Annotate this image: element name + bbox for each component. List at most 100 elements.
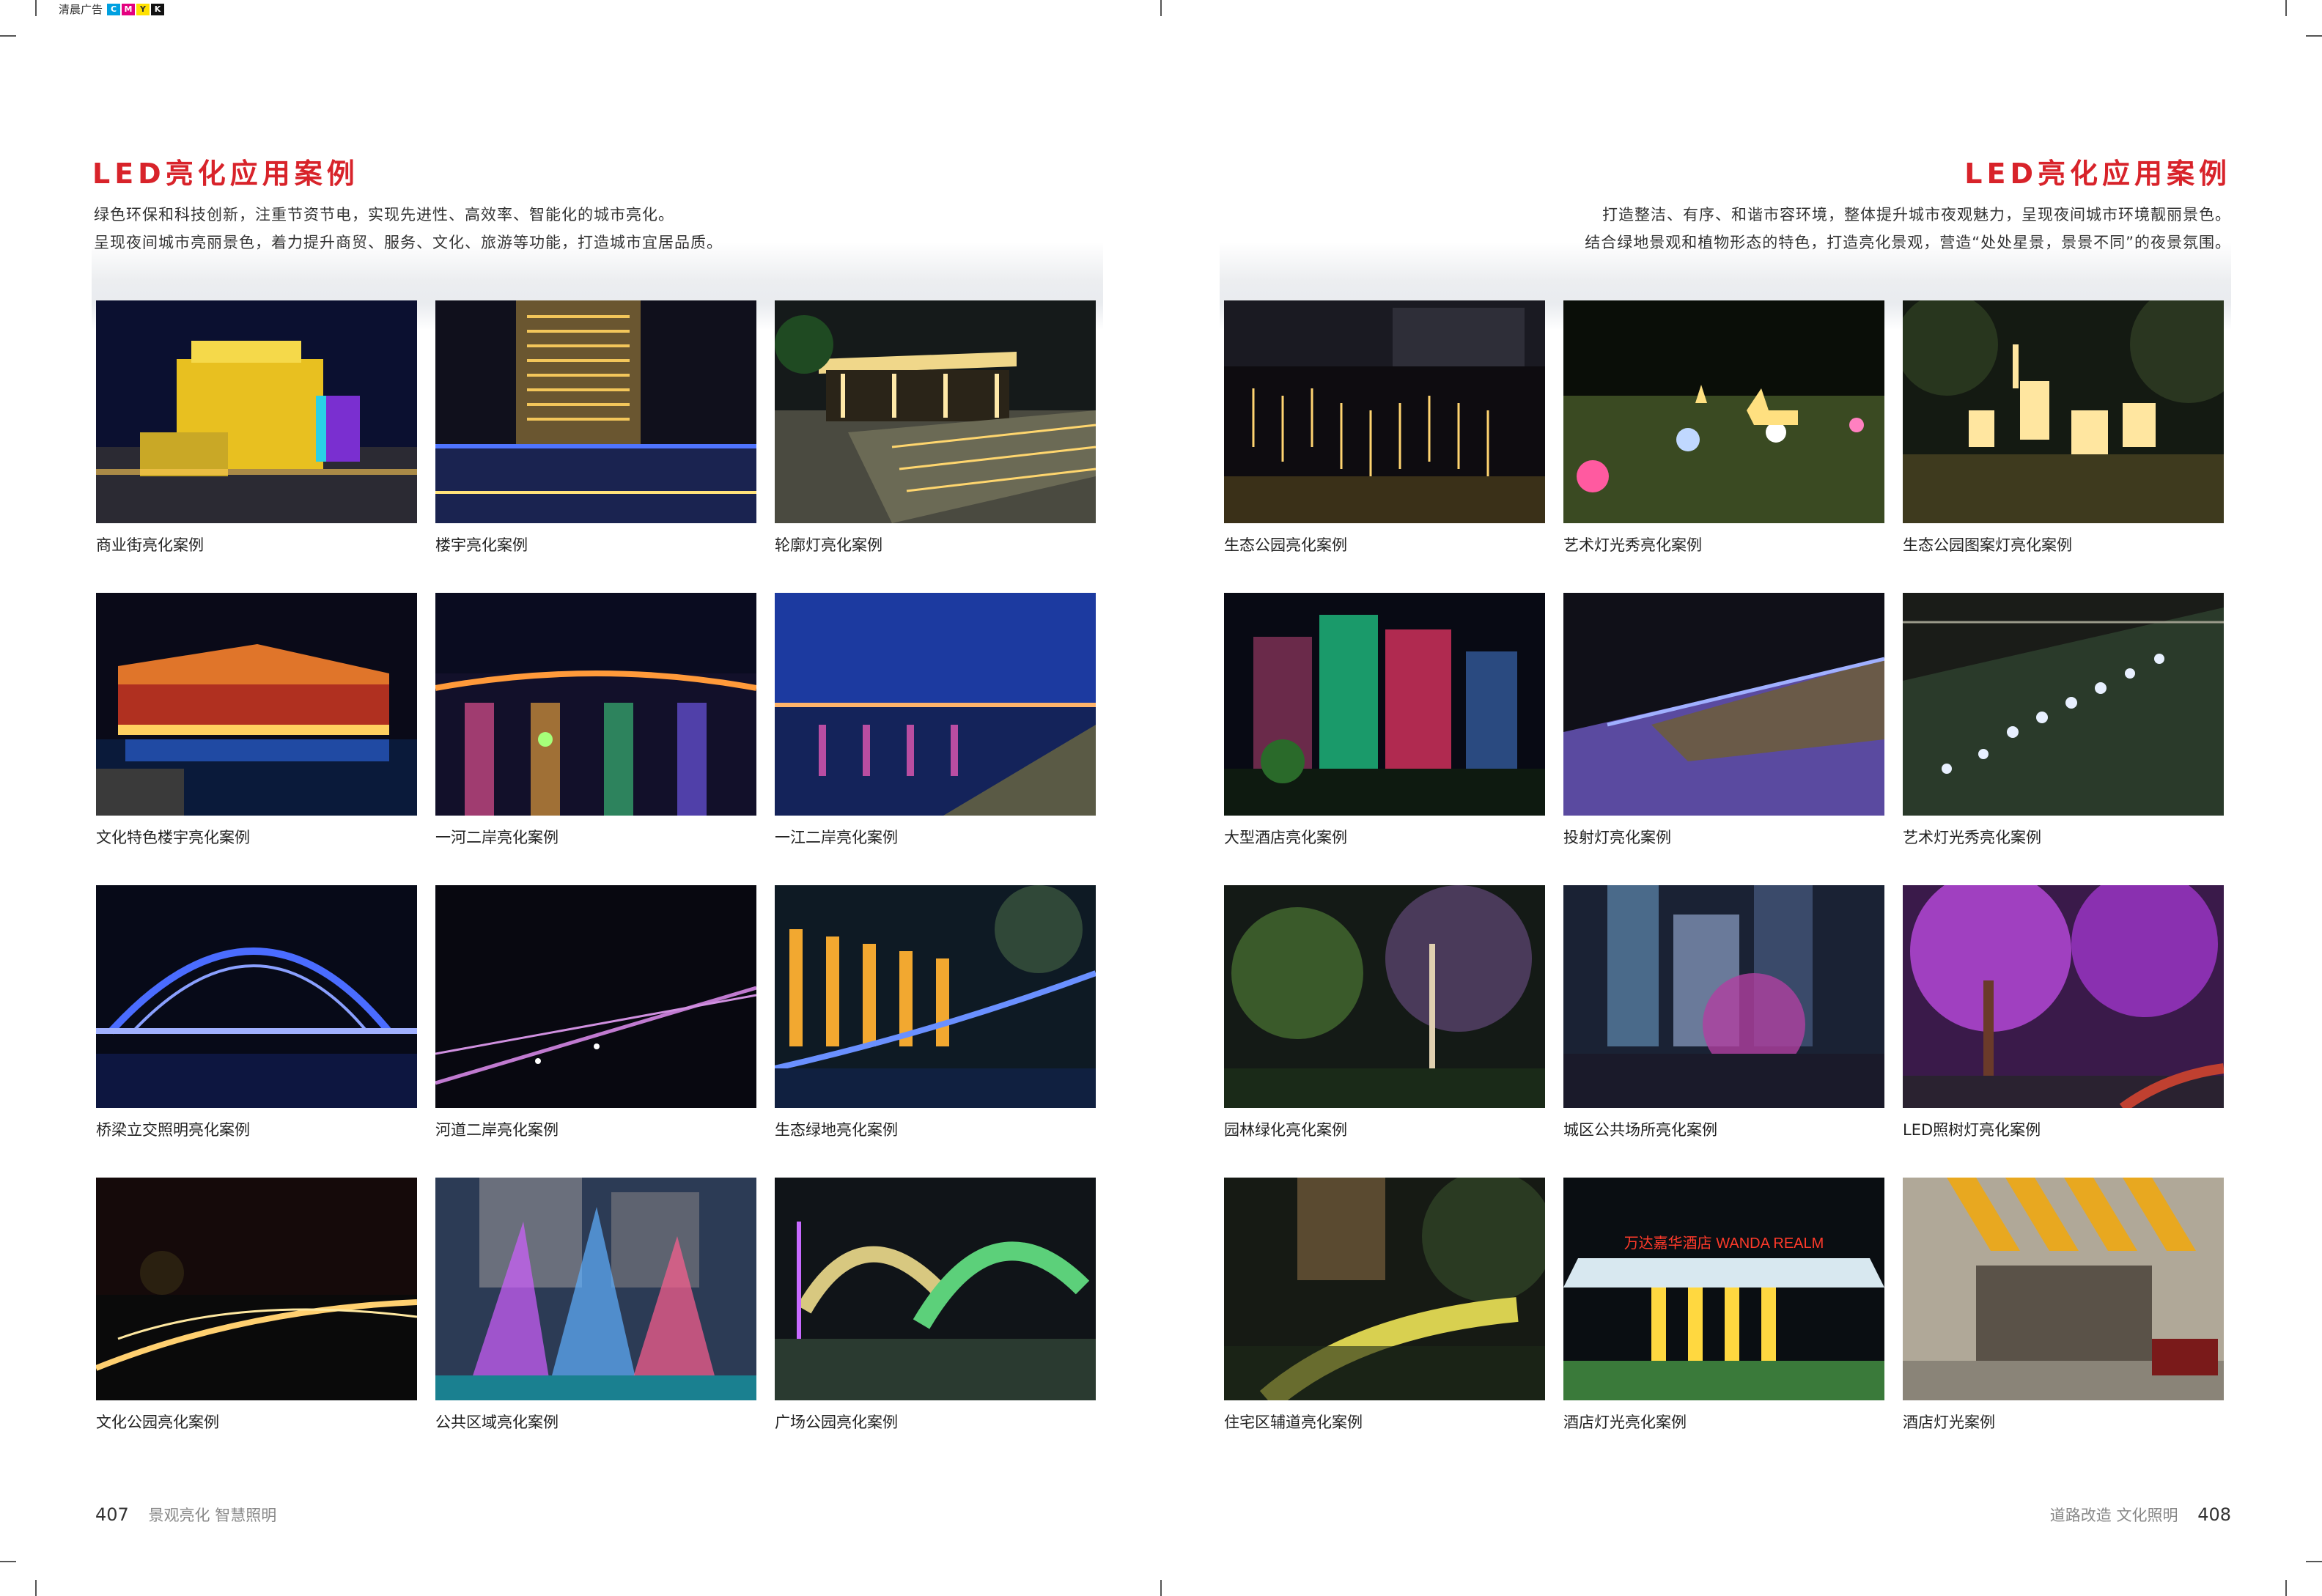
case-photo [1224, 593, 1545, 816]
case-photo [1903, 1178, 2224, 1400]
case-caption: 艺术灯光秀亮化案例 [1903, 829, 2041, 846]
cmyk-swatches: C M Y K [107, 3, 165, 15]
case-caption: 公共区域亮化案例 [435, 1414, 559, 1431]
case-caption: 河道二岸亮化案例 [435, 1121, 559, 1139]
case-card[interactable]: LED照树灯亮化案例 [1903, 885, 2224, 1156]
crop-mark [2306, 1561, 2322, 1562]
case-card[interactable]: 桥梁立交照明亮化案例 [96, 885, 417, 1156]
case-photo [1224, 300, 1545, 523]
page-title: LED亮化应用案例 [1964, 158, 2231, 190]
page-title: LED亮化应用案例 [92, 158, 359, 190]
footer-text: 景观亮化 智慧照明 [148, 1507, 277, 1524]
case-card[interactable]: 生态公园亮化案例 [1224, 300, 1545, 572]
case-photo [435, 1178, 756, 1400]
case-caption: 轮廓灯亮化案例 [775, 536, 882, 554]
case-card[interactable]: 投射灯亮化案例 [1563, 593, 1884, 864]
case-card[interactable]: 艺术灯光秀亮化案例 [1563, 300, 1884, 572]
page-footer: 407 景观亮化 智慧照明 [95, 1504, 276, 1526]
page-number: 407 [95, 1504, 129, 1525]
case-caption: 艺术灯光秀亮化案例 [1563, 536, 1702, 554]
case-photo [1563, 300, 1884, 523]
case-card[interactable]: 文化公园亮化案例 [96, 1178, 417, 1449]
case-card[interactable]: 城区公共场所亮化案例 [1563, 885, 1884, 1156]
left-page: 清晨广告 C M Y K LED亮化应用案例 绿色环保和科技创新，注重节资节电，… [0, 0, 1161, 1596]
page-intro: 打造整洁、有序、和谐市容环境，整体提升城市夜观魅力，呈现夜间城市环境靓丽景色。 … [1585, 201, 2231, 256]
crop-mark [35, 1580, 37, 1596]
case-caption: 生态绿地亮化案例 [775, 1121, 898, 1139]
case-photo [96, 593, 417, 816]
case-card[interactable]: 河道二岸亮化案例 [435, 885, 756, 1156]
page-footer: 道路改造 文化照明 408 [2050, 1504, 2231, 1526]
page-intro: 绿色环保和科技创新，注重节资节电，实现先进性、高效率、智能化的城市亮化。 呈现夜… [94, 201, 723, 256]
case-caption: 一河二岸亮化案例 [435, 829, 559, 846]
crop-mark [0, 35, 16, 37]
case-photo [96, 300, 417, 523]
case-photo [775, 593, 1096, 816]
case-card[interactable]: 商业街亮化案例 [96, 300, 417, 572]
case-caption: 文化公园亮化案例 [96, 1414, 219, 1431]
cmyk-m: M [122, 3, 136, 15]
case-card[interactable]: 园林绿化亮化案例 [1224, 885, 1545, 1156]
crop-mark [2285, 1580, 2287, 1596]
case-card[interactable]: 酒店灯光案例 [1903, 1178, 2224, 1449]
case-card[interactable]: 生态绿地亮化案例 [775, 885, 1096, 1156]
cmyk-k: K [151, 3, 165, 15]
case-card[interactable]: 楼宇亮化案例 [435, 300, 756, 572]
crop-mark [2285, 0, 2287, 16]
footer-text: 道路改造 文化照明 [2049, 1507, 2178, 1524]
case-caption: 投射灯亮化案例 [1563, 829, 1671, 846]
case-caption: 一江二岸亮化案例 [775, 829, 898, 846]
case-caption: 生态公园图案灯亮化案例 [1903, 536, 2072, 554]
intro-line-1: 绿色环保和科技创新，注重节资节电，实现先进性、高效率、智能化的城市亮化。 [94, 206, 674, 223]
center-crop-mark [1160, 0, 1162, 16]
case-card[interactable]: 生态公园图案灯亮化案例 [1903, 300, 2224, 572]
crop-mark [35, 0, 37, 16]
case-card[interactable]: 广场公园亮化案例 [775, 1178, 1096, 1449]
case-card[interactable]: 公共区域亮化案例 [435, 1178, 756, 1449]
case-caption: LED照树灯亮化案例 [1903, 1121, 2041, 1139]
case-photo [1903, 593, 2224, 816]
case-caption: 文化特色楼宇亮化案例 [96, 829, 250, 846]
case-caption: 商业街亮化案例 [96, 536, 204, 554]
case-card[interactable]: 万达嘉华酒店 WANDA REALM 酒店灯光亮化案例 [1563, 1178, 1884, 1449]
case-caption: 桥梁立交照明亮化案例 [96, 1121, 250, 1139]
case-photo [1224, 885, 1545, 1108]
case-caption: 生态公园亮化案例 [1224, 536, 1347, 554]
crop-mark [0, 1561, 16, 1562]
intro-line-2: 结合绿地景观和植物形态的特色，打造亮化景观，营造“处处星景，景景不同”的夜景氛围… [1585, 234, 2231, 251]
case-photo [435, 300, 756, 523]
case-photo [775, 885, 1096, 1108]
case-caption: 住宅区辅道亮化案例 [1224, 1414, 1363, 1431]
case-photo [775, 1178, 1096, 1400]
case-caption: 大型酒店亮化案例 [1224, 829, 1347, 846]
case-card[interactable]: 轮廓灯亮化案例 [775, 300, 1096, 572]
case-card[interactable]: 大型酒店亮化案例 [1224, 593, 1545, 864]
case-photo [1563, 593, 1884, 816]
case-card[interactable]: 文化特色楼宇亮化案例 [96, 593, 417, 864]
hotel-sign-text: 万达嘉华酒店 WANDA REALM [1624, 1235, 1824, 1252]
case-card[interactable]: 艺术灯光秀亮化案例 [1903, 593, 2224, 864]
case-photo [96, 885, 417, 1108]
cmyk-y: Y [136, 3, 150, 15]
case-card[interactable]: 一河二岸亮化案例 [435, 593, 756, 864]
case-photo [435, 593, 756, 816]
page-number: 408 [2197, 1504, 2231, 1525]
case-photo [96, 1178, 417, 1400]
case-card[interactable]: 一江二岸亮化案例 [775, 593, 1096, 864]
case-caption: 酒店灯光案例 [1903, 1414, 1995, 1431]
case-caption: 城区公共场所亮化案例 [1563, 1121, 1717, 1139]
crop-mark [2306, 35, 2322, 37]
case-photo [1903, 885, 2224, 1108]
case-caption: 酒店灯光亮化案例 [1563, 1414, 1687, 1431]
case-photo [1903, 300, 2224, 523]
case-caption: 园林绿化亮化案例 [1224, 1121, 1347, 1139]
printer-name: 清晨广告 [59, 3, 103, 16]
case-card[interactable]: 住宅区辅道亮化案例 [1224, 1178, 1545, 1449]
printer-tag: 清晨广告 C M Y K [59, 1, 165, 17]
case-photo: 万达嘉华酒店 WANDA REALM [1563, 1178, 1884, 1400]
right-page: LED亮化应用案例 打造整洁、有序、和谐市容环境，整体提升城市夜观魅力，呈现夜间… [1161, 0, 2322, 1596]
case-photo [1563, 885, 1884, 1108]
case-caption: 广场公园亮化案例 [775, 1414, 898, 1431]
cmyk-c: C [107, 3, 121, 15]
intro-line-1: 打造整洁、有序、和谐市容环境，整体提升城市夜观魅力，呈现夜间城市环境靓丽景色。 [1602, 206, 2231, 223]
